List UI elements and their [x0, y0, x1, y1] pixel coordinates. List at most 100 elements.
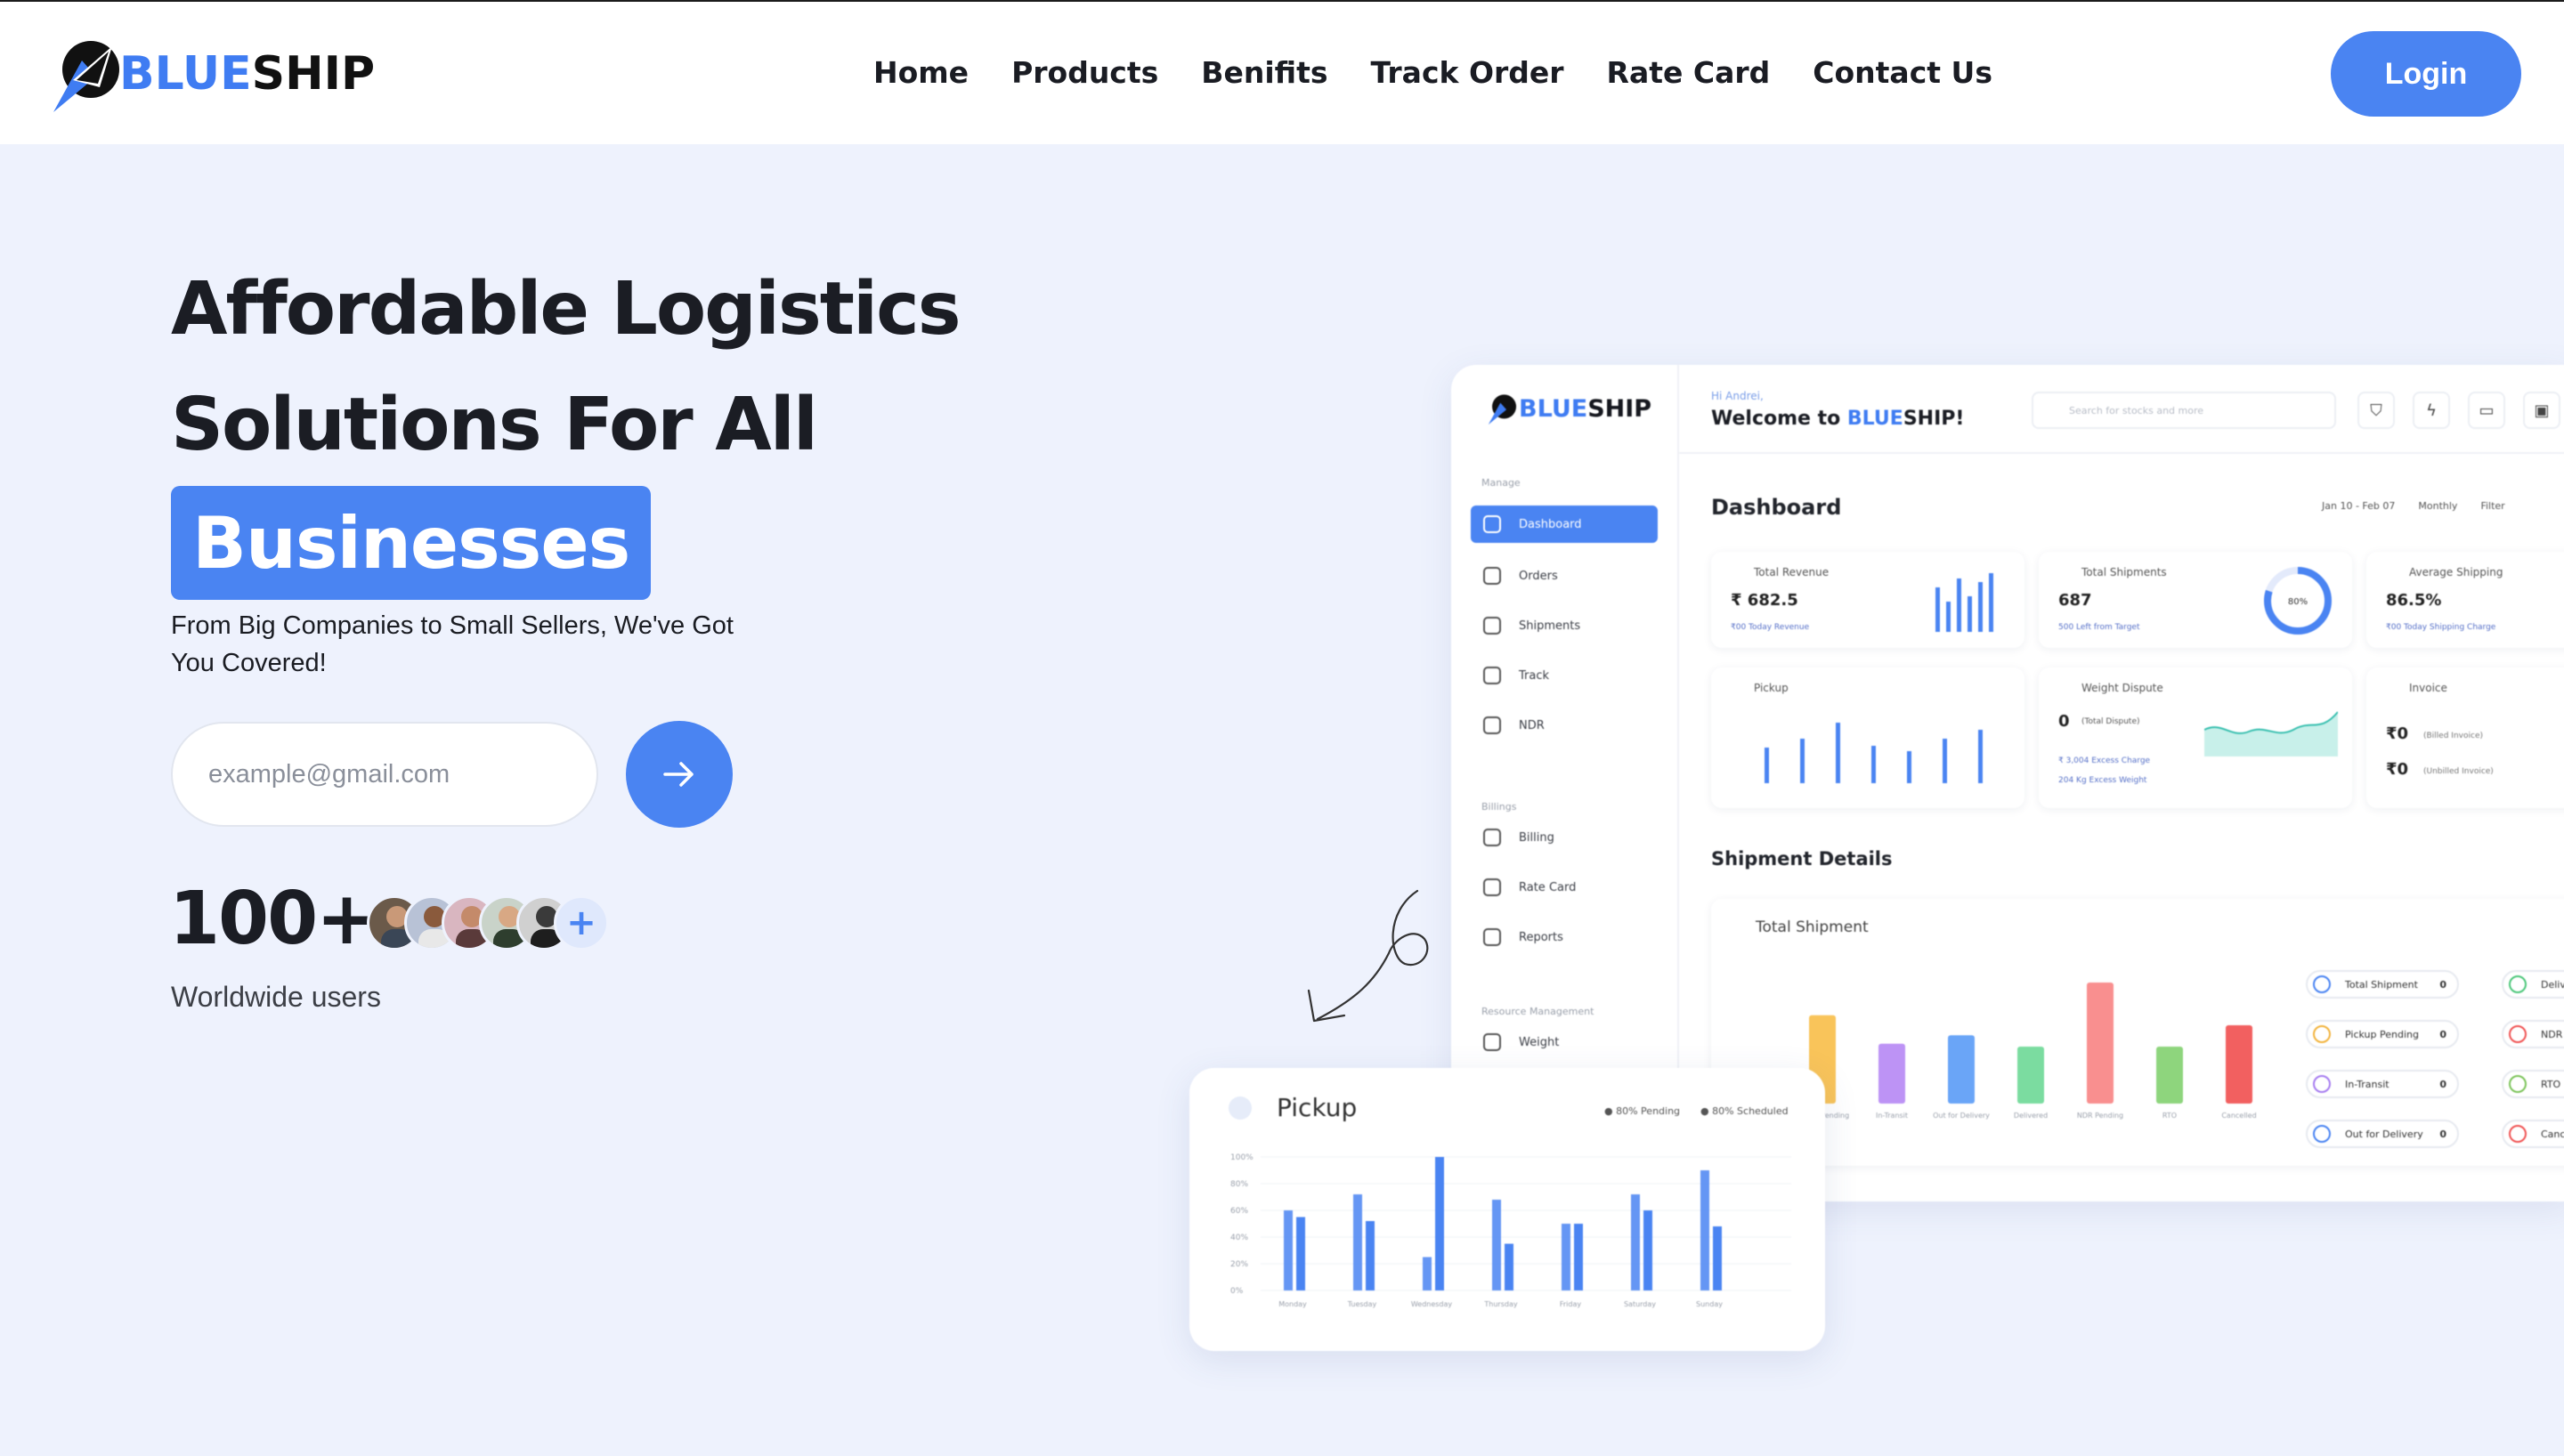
- nav-rate-card-link[interactable]: Rate Card: [1607, 55, 1771, 90]
- pickup-title: Pickup: [1277, 1093, 1358, 1122]
- wallet-icon[interactable]: ▣: [2523, 392, 2560, 429]
- sidebar-item-ndr[interactable]: NDR: [1471, 707, 1658, 744]
- legend-delivered: Delivered: [2502, 970, 2564, 999]
- shipment-tick-label: RTO: [2162, 1112, 2177, 1120]
- sidebar-item-shipments[interactable]: Shipments: [1471, 607, 1658, 644]
- card-average-shipping: Average Shipping 86.5% ₹00 Today Shippin…: [2366, 552, 2564, 648]
- sidebar-logo: BLUE SHIP: [1485, 392, 1651, 425]
- sidebar-item-reports[interactable]: Reports: [1471, 918, 1658, 956]
- box-icon: [1483, 567, 1501, 585]
- pickup-bar: [1353, 1194, 1362, 1290]
- sidebar-section-label: Resource Management: [1481, 1006, 1594, 1017]
- shipment-bar: [1878, 1043, 1905, 1104]
- shipment-tick-label: Out for Delivery: [1933, 1112, 1990, 1120]
- mini-bar-chart: [1935, 573, 1993, 632]
- pickup-bar: [1713, 1226, 1722, 1290]
- card-total-revenue: Total Revenue ₹ 682.5 ₹00 Today Revenue: [1711, 552, 2024, 648]
- pickup-y-tick: 40%: [1230, 1234, 1248, 1242]
- sidebar-item-dashboard[interactable]: Dashboard: [1471, 506, 1658, 543]
- nav-products-link[interactable]: Products: [1011, 55, 1158, 90]
- pickup-y-tick: 20%: [1230, 1260, 1248, 1269]
- nav-menu: Home Products Benifits Track Order Rate …: [873, 55, 2035, 90]
- date-filter[interactable]: Jan 10 - Feb 07 Monthly Filter: [2322, 500, 2505, 512]
- sidebar-section-label: Billings: [1481, 801, 1517, 813]
- pickup-bar: [1631, 1194, 1640, 1290]
- pickup-bar: [1284, 1210, 1293, 1290]
- more-users-plus-icon[interactable]: +: [554, 895, 609, 950]
- hero-subtitle: From Big Companies to Small Sellers, We'…: [171, 611, 734, 677]
- billing-icon: [1483, 829, 1501, 846]
- top-navbar: BLUESHIP Home Products Benifits Track Or…: [0, 0, 2564, 144]
- legend-out-for-delivery: Out for Delivery 0: [2306, 1120, 2459, 1148]
- pickup-bar: [1423, 1257, 1432, 1290]
- card-icon[interactable]: ▭: [2468, 392, 2505, 429]
- pickup-y-tick: 60%: [1230, 1207, 1248, 1216]
- legend-in-transit: In-Transit 0: [2306, 1070, 2459, 1098]
- hero-highlight: Businesses: [171, 486, 652, 600]
- dashboard-search-input[interactable]: Search for stocks and more: [2032, 392, 2336, 429]
- pickup-bar-chart: 100% 80% 60% 40% 20% 0% Monday Tuesday Wednesday…: [1230, 1153, 1791, 1308]
- pickup-bar: [1492, 1200, 1501, 1290]
- brand-name: BLUESHIP: [119, 47, 376, 101]
- user-avatars: +: [367, 895, 609, 950]
- track-icon: [1483, 667, 1501, 684]
- mini-pickup-chart: [1765, 723, 1983, 783]
- card-invoice: Invoice ₹0 (Billed Invoice) ₹0 (Unbilled…: [2366, 667, 2564, 808]
- users-count: 100+: [169, 877, 377, 961]
- progress-ring: 80%: [2264, 567, 2332, 635]
- pickup-bar: [1505, 1243, 1513, 1290]
- pickup-x-tick: Sunday: [1696, 1300, 1723, 1308]
- nav-home-link[interactable]: Home: [873, 55, 969, 90]
- brand-logo[interactable]: BLUESHIP: [46, 34, 375, 114]
- legend-pending: ● 80% Pending: [1604, 1105, 1681, 1117]
- pickup-x-tick: Saturday: [1624, 1300, 1656, 1308]
- shipment-bar: [1948, 1035, 1975, 1104]
- total-shipment-chart: Pickup PendingIn-TransitOut for Delivery…: [1800, 983, 2257, 1120]
- curved-arrow-decoration: [1307, 889, 1429, 1023]
- email-input[interactable]: example@gmail.com: [171, 722, 598, 827]
- bolt-icon[interactable]: ϟ: [2413, 392, 2450, 429]
- sidebar-item-rate-card[interactable]: Rate Card: [1471, 869, 1658, 906]
- weight-icon: [1483, 1033, 1501, 1051]
- rocket-logo-icon: [53, 41, 119, 112]
- pickup-x-tick: Thursday: [1483, 1300, 1517, 1308]
- pickup-y-tick: 100%: [1230, 1153, 1254, 1162]
- shipment-details-title: Shipment Details: [1711, 848, 1893, 870]
- pickup-y-tick: 80%: [1230, 1180, 1248, 1189]
- sidebar-item-track[interactable]: Track: [1471, 657, 1658, 694]
- nav-contact-link[interactable]: Contact Us: [1813, 55, 1992, 90]
- submit-email-button[interactable]: [626, 721, 733, 828]
- ndr-icon: [1483, 716, 1501, 734]
- pickup-x-tick: Wednesday: [1411, 1300, 1453, 1308]
- shield-icon[interactable]: ⛉: [2357, 392, 2395, 429]
- pickup-bar: [1562, 1224, 1570, 1290]
- pickup-chart-card: Pickup ● 80% Pending ● 80% Scheduled 100…: [1189, 1068, 1825, 1351]
- login-button[interactable]: Login: [2331, 31, 2521, 117]
- pickup-bar: [1435, 1157, 1444, 1290]
- card-pickup-mini: Pickup: [1711, 667, 2024, 808]
- welcome-title: Welcome to BLUESHIP!: [1711, 408, 1965, 430]
- nav-track-order-link[interactable]: Track Order: [1371, 55, 1564, 90]
- shipment-bar: [2017, 1047, 2044, 1104]
- dashboard-title: Dashboard: [1711, 495, 1842, 520]
- sidebar-item-orders[interactable]: Orders: [1471, 557, 1658, 595]
- shipment-tick-label: In-Transit: [1876, 1112, 1908, 1120]
- reports-icon: [1483, 928, 1501, 946]
- pickup-x-tick: Monday: [1278, 1300, 1307, 1308]
- users-label: Worldwide users: [171, 981, 381, 1013]
- sidebar-item-billing[interactable]: Billing: [1471, 819, 1658, 856]
- legend-cancelled: Cancelled: [2502, 1120, 2564, 1148]
- svg-text:80%: 80%: [2288, 597, 2308, 607]
- shipment-bar: [2087, 983, 2114, 1104]
- legend-pickup-pending: Pickup Pending 0: [2306, 1020, 2459, 1048]
- legend-scheduled: ● 80% Scheduled: [1700, 1105, 1789, 1117]
- total-shipment-label: Total Shipment: [1756, 918, 1869, 936]
- pickup-y-tick: 0%: [1230, 1287, 1244, 1296]
- pickup-bar: [1574, 1224, 1583, 1290]
- dollar-icon: [1483, 878, 1501, 896]
- pickup-bar: [1296, 1217, 1305, 1290]
- weight-area-chart: [2204, 711, 2338, 756]
- nav-benefits-link[interactable]: Benifits: [1201, 55, 1327, 90]
- sidebar-item-weight[interactable]: Weight: [1471, 1023, 1658, 1061]
- arrow-right-icon: [663, 762, 694, 787]
